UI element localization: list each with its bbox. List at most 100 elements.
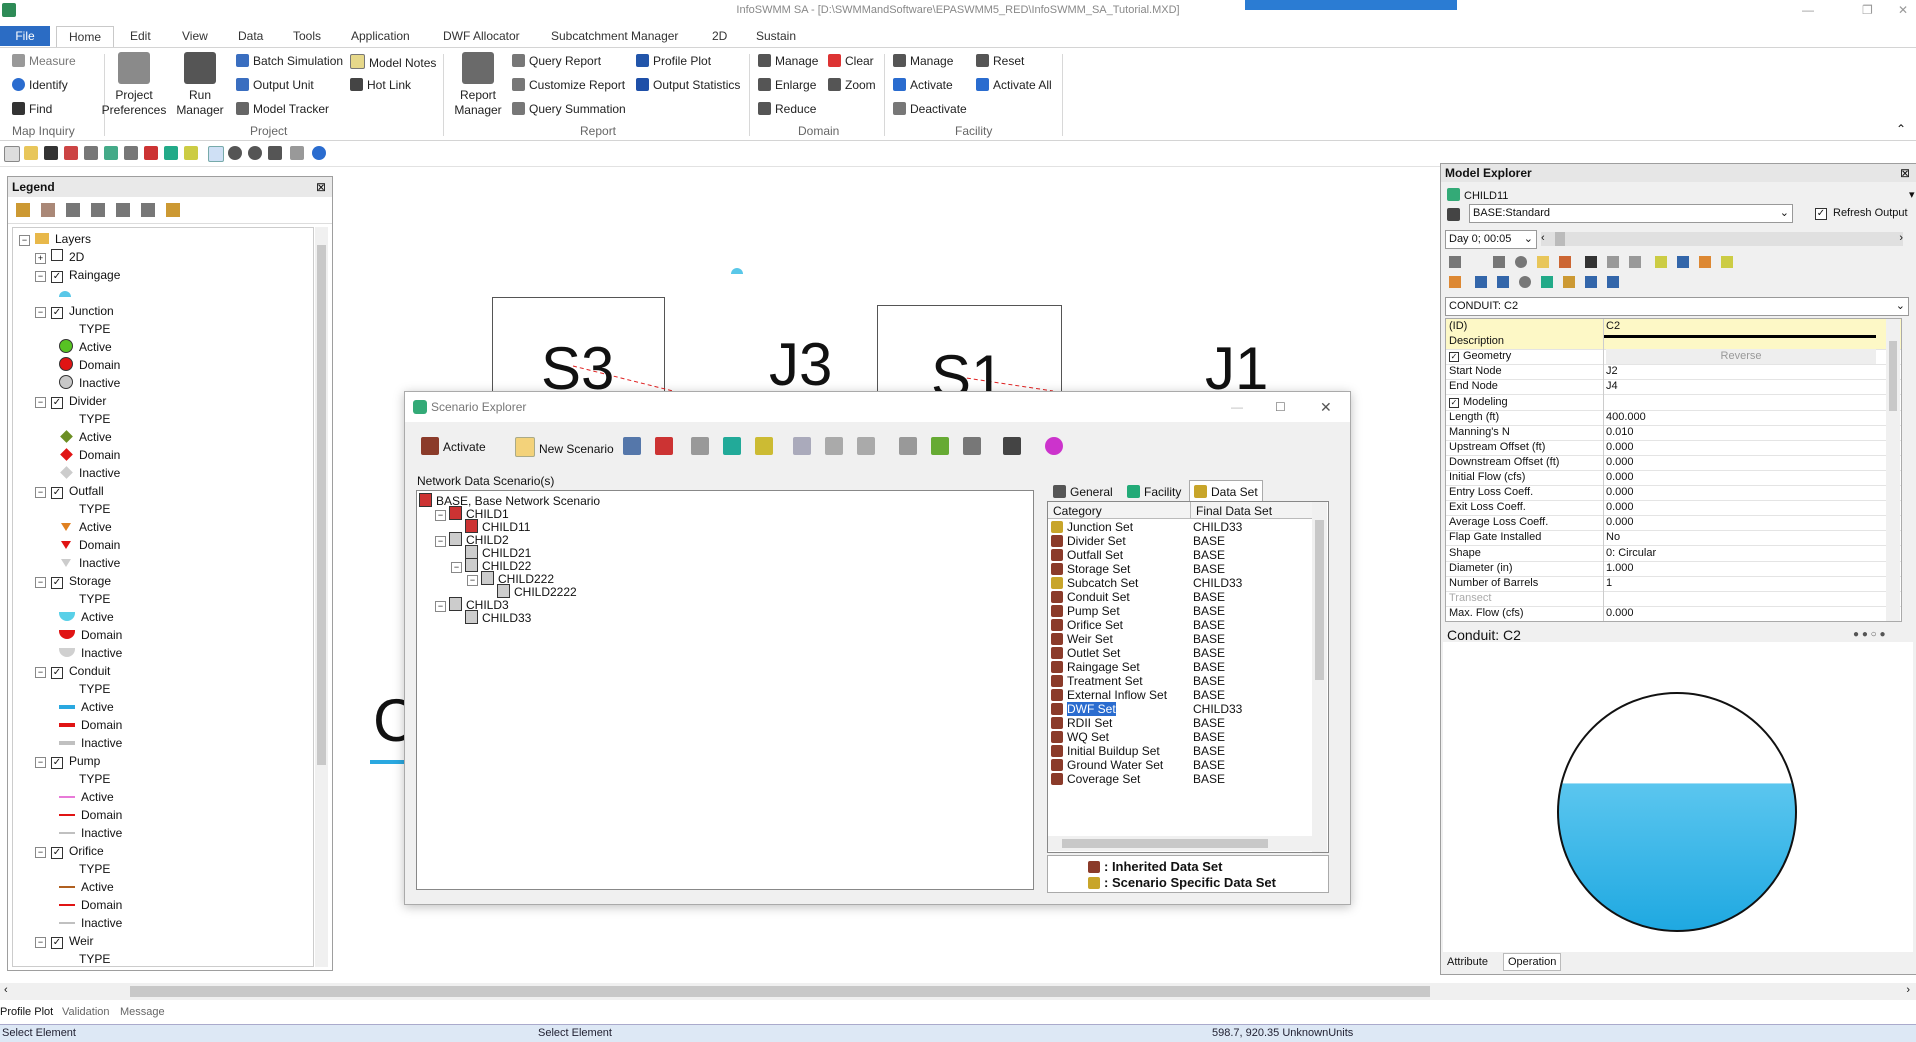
tab-data[interactable]: Data [238, 26, 263, 46]
property-value[interactable]: 1.000 [1606, 561, 1634, 576]
collapse-icon[interactable]: − [451, 562, 462, 573]
chevron-right-icon[interactable]: › [1899, 232, 1903, 244]
scroll-thumb[interactable] [130, 986, 1430, 997]
model-notes-button[interactable]: Model Notes [350, 54, 436, 70]
run-manager-button[interactable]: Run Manager [172, 52, 228, 118]
export-icon[interactable] [1559, 256, 1571, 268]
legend-row[interactable]: − ✓ Pump [35, 752, 100, 770]
layer-tool-icon[interactable] [41, 203, 56, 217]
new-icon[interactable] [4, 146, 20, 162]
report-manager-button[interactable]: Report Manager [452, 52, 504, 118]
legend-row[interactable]: TYPE [79, 950, 110, 966]
model-tool-icon[interactable] [1655, 256, 1667, 268]
layer-checkbox[interactable]: ✓ [51, 271, 63, 283]
chart-icon[interactable] [1677, 256, 1689, 268]
layer-checkbox[interactable]: ✓ [51, 577, 63, 589]
layer-checkbox[interactable]: ✓ [51, 847, 63, 859]
chevron-left-icon[interactable]: ‹ [4, 984, 8, 996]
property-value[interactable]: J4 [1606, 379, 1618, 394]
close-icon[interactable]: ⊠ [1900, 164, 1910, 182]
legend-row[interactable]: − ✓ Raingage [35, 266, 120, 284]
legend-row[interactable]: Domain [59, 626, 122, 644]
property-row[interactable]: Average Loss Coeff. 0.000 [1446, 515, 1901, 532]
exit-icon[interactable] [1003, 437, 1021, 455]
collapse-icon[interactable]: − [35, 307, 46, 318]
customize-report-button[interactable]: Customize Report [512, 78, 625, 92]
save-icon[interactable] [44, 146, 58, 160]
tab-general[interactable]: General [1049, 481, 1117, 503]
model-tool-icon[interactable] [1607, 276, 1619, 288]
scroll-thumb[interactable] [1315, 520, 1324, 680]
legend-row[interactable]: TYPE [79, 500, 110, 518]
tab-message[interactable]: Message [120, 1006, 165, 1018]
tab-facility[interactable]: Facility [1123, 481, 1185, 503]
print-icon[interactable] [84, 146, 98, 160]
legend-row[interactable]: Active [59, 518, 112, 536]
dataset-hscroll[interactable] [1048, 836, 1312, 851]
map-hscroll[interactable]: ‹ › [0, 983, 1916, 1000]
layer-checkbox[interactable] [51, 249, 63, 261]
run-scenario-icon[interactable] [931, 437, 949, 455]
section-toggle-icon[interactable]: ✓ [1449, 397, 1459, 408]
add-scenario-icon[interactable] [723, 437, 741, 455]
identify-button[interactable]: Identify [12, 78, 68, 92]
legend-row[interactable]: Inactive [59, 734, 122, 752]
legend-row[interactable]: − ✓ Outfall [35, 482, 104, 500]
tab-edit[interactable]: Edit [130, 26, 151, 46]
property-row[interactable]: ✓ Modeling [1446, 395, 1901, 411]
layer-checkbox[interactable]: ✓ [51, 307, 63, 319]
globe-icon[interactable] [312, 146, 326, 160]
legend-row[interactable]: Inactive [59, 554, 120, 572]
time-slider[interactable]: ‹ › [1541, 232, 1903, 246]
layer-tool-icon[interactable] [66, 203, 81, 217]
chevron-down-icon[interactable]: ▾ [1909, 188, 1915, 201]
legend-row[interactable]: Domain [59, 806, 122, 824]
property-row[interactable]: ✓ Geometry Reverse [1446, 349, 1901, 366]
property-row[interactable]: Shape 0: Circular [1446, 546, 1901, 562]
output-unit-button[interactable]: Output Unit [236, 78, 314, 92]
save-scenario-icon[interactable] [755, 437, 773, 455]
layer-tool-icon[interactable] [91, 203, 106, 217]
legend-row[interactable]: − ✓ Orifice [35, 842, 104, 860]
collapse-icon[interactable]: − [35, 271, 46, 282]
map-tool-icon[interactable] [124, 146, 138, 160]
property-value[interactable]: No [1606, 530, 1620, 545]
edit-scenario-icon[interactable] [691, 437, 709, 455]
tab-view[interactable]: View [182, 26, 208, 46]
property-row[interactable]: (ID) C2 [1446, 319, 1901, 335]
map-tool-icon[interactable] [144, 146, 158, 160]
back-arrow-icon[interactable] [1475, 276, 1487, 288]
collapse-icon[interactable]: − [435, 536, 446, 547]
restore-button[interactable]: ❐ [1862, 3, 1873, 17]
layer-checkbox[interactable]: ✓ [51, 757, 63, 769]
new-scenario-button[interactable]: New Scenario [515, 437, 614, 457]
legend-row[interactable]: TYPE [79, 680, 110, 698]
tab-tools[interactable]: Tools [293, 26, 321, 46]
save-as-icon[interactable] [64, 146, 78, 160]
legend-row[interactable]: Inactive [59, 464, 120, 482]
property-row[interactable]: End Node J4 [1446, 379, 1901, 396]
open-icon[interactable] [24, 146, 38, 160]
legend-row[interactable] [59, 284, 77, 302]
model-tool-icon[interactable] [1585, 276, 1597, 288]
tab-subcatchment-manager[interactable]: Subcatchment Manager [551, 26, 678, 46]
zoom-out-icon[interactable] [248, 146, 262, 160]
tab-attribute[interactable]: Attribute [1447, 956, 1488, 968]
scenario-tool-icon[interactable] [899, 437, 917, 455]
model-tracker-button[interactable]: Model Tracker [236, 102, 329, 116]
legend-row[interactable]: Active [59, 698, 114, 716]
property-row[interactable]: Length (ft) 400.000 [1446, 410, 1901, 426]
legend-row[interactable]: Domain [59, 446, 120, 464]
property-value[interactable]: 0: Circular [1606, 546, 1656, 561]
legend-row[interactable]: Inactive [59, 644, 122, 662]
facility-activate-button[interactable]: Activate [893, 78, 953, 92]
tab-application[interactable]: Application [351, 26, 410, 46]
delete-scenario-icon[interactable] [655, 437, 673, 455]
history-icon[interactable] [1519, 276, 1531, 288]
property-row[interactable]: Description [1446, 334, 1901, 351]
layer-checkbox[interactable]: ✓ [51, 667, 63, 679]
model-tool-icon[interactable] [1699, 256, 1711, 268]
collapse-icon[interactable]: − [467, 575, 478, 586]
model-tool-icon[interactable] [1721, 256, 1733, 268]
collapse-icon[interactable]: − [35, 397, 46, 408]
